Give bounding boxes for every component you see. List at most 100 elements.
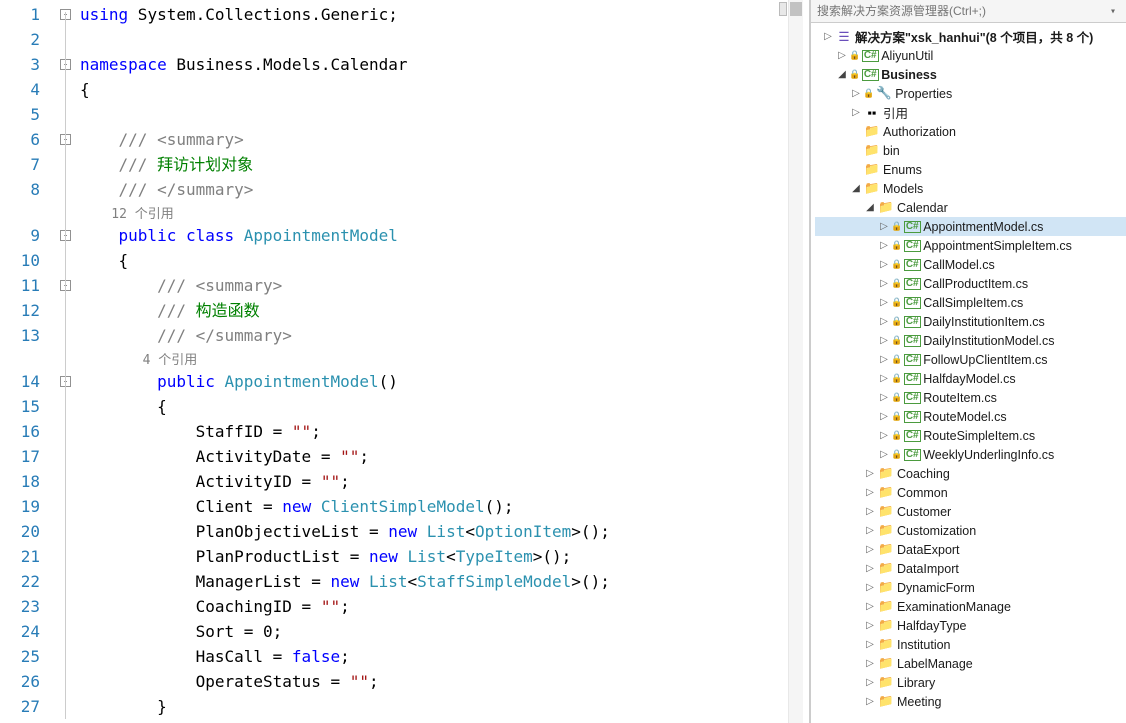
- expand-toggle-icon[interactable]: ▷: [877, 259, 891, 270]
- explorer-tree[interactable]: ▷☰解决方案"xsk_hanhui"(8 个项目，共 8 个)▷🔒C#Aliyu…: [811, 23, 1126, 723]
- tree-item[interactable]: ◢📁Calendar: [815, 198, 1126, 217]
- tree-item[interactable]: ▷🔒C#RouteSimpleItem.cs: [815, 426, 1126, 445]
- expand-toggle-icon[interactable]: ◢: [835, 69, 849, 80]
- tree-item[interactable]: ▷📁Institution: [815, 635, 1126, 654]
- codelens-references[interactable]: 4 个引用: [80, 348, 809, 369]
- expand-toggle-icon[interactable]: ▷: [877, 278, 891, 289]
- code-line[interactable]: /// </summary>: [80, 177, 809, 202]
- editor-scrollbar[interactable]: [788, 0, 803, 723]
- code-line[interactable]: ActivityID = "";: [80, 469, 809, 494]
- tree-item[interactable]: ▷📁bin: [815, 141, 1126, 160]
- code-line[interactable]: /// 拜访计划对象: [80, 152, 809, 177]
- expand-toggle-icon[interactable]: ▷: [863, 677, 877, 688]
- code-line[interactable]: OperateStatus = "";: [80, 669, 809, 694]
- split-handle[interactable]: [779, 2, 787, 16]
- tree-item[interactable]: ▷📁LabelManage: [815, 654, 1126, 673]
- tree-item[interactable]: ▷▪▪引用: [815, 103, 1126, 122]
- tree-item[interactable]: ▷🔒C#RouteItem.cs: [815, 388, 1126, 407]
- tree-item[interactable]: ▷📁Library: [815, 673, 1126, 692]
- expand-toggle-icon[interactable]: ▷: [849, 88, 863, 99]
- tree-item[interactable]: ◢📁Models: [815, 179, 1126, 198]
- expand-toggle-icon[interactable]: ▷: [863, 487, 877, 498]
- expand-toggle-icon[interactable]: ▷: [877, 392, 891, 403]
- tree-item[interactable]: ▷📁Customer: [815, 502, 1126, 521]
- expand-toggle-icon[interactable]: ▷: [877, 316, 891, 327]
- explorer-search-input[interactable]: [817, 4, 1106, 18]
- expand-toggle-icon[interactable]: ▷: [849, 107, 863, 118]
- code-line[interactable]: namespace Business.Models.Calendar: [80, 52, 809, 77]
- expand-toggle-icon[interactable]: ▷: [863, 544, 877, 555]
- tree-item[interactable]: ▷🔒C#WeeklyUnderlingInfo.cs: [815, 445, 1126, 464]
- codelens-references[interactable]: 12 个引用: [80, 202, 809, 223]
- tree-item[interactable]: ▷📁DataImport: [815, 559, 1126, 578]
- tree-item[interactable]: ▷🔒🔧Properties: [815, 84, 1126, 103]
- expand-toggle-icon[interactable]: ▷: [877, 240, 891, 251]
- tree-item[interactable]: ▷🔒C#HalfdayModel.cs: [815, 369, 1126, 388]
- expand-toggle-icon[interactable]: ▷: [863, 639, 877, 650]
- search-dropdown-icon[interactable]: ▾: [1106, 6, 1120, 17]
- code-line[interactable]: StaffID = "";: [80, 419, 809, 444]
- tree-item[interactable]: ▷📁Meeting: [815, 692, 1126, 711]
- code-line[interactable]: ManagerList = new List<StaffSimpleModel>…: [80, 569, 809, 594]
- code-line[interactable]: using System.Collections.Generic;: [80, 2, 809, 27]
- expand-toggle-icon[interactable]: ▷: [877, 373, 891, 384]
- code-line[interactable]: /// <summary>: [80, 127, 809, 152]
- tree-item[interactable]: ▷🔒C#DailyInstitutionModel.cs: [815, 331, 1126, 350]
- expand-toggle-icon[interactable]: ▷: [877, 221, 891, 232]
- tree-item[interactable]: ▷🔒C#FollowUpClientItem.cs: [815, 350, 1126, 369]
- expand-toggle-icon[interactable]: ▷: [863, 563, 877, 574]
- tree-item[interactable]: ▷📁HalfdayType: [815, 616, 1126, 635]
- code-line[interactable]: PlanObjectiveList = new List<OptionItem>…: [80, 519, 809, 544]
- expand-toggle-icon[interactable]: ◢: [849, 183, 863, 194]
- expand-toggle-icon[interactable]: ▷: [863, 658, 877, 669]
- code-line[interactable]: /// 构造函数: [80, 298, 809, 323]
- expand-toggle-icon[interactable]: ▷: [877, 449, 891, 460]
- code-line[interactable]: public AppointmentModel(): [80, 369, 809, 394]
- tree-item[interactable]: ▷📁ExaminationManage: [815, 597, 1126, 616]
- code-editor[interactable]: 1234567891011121314151617181920212223242…: [0, 0, 810, 723]
- expand-toggle-icon[interactable]: ▷: [877, 335, 891, 346]
- tree-item[interactable]: ◢🔒C#Business: [815, 65, 1126, 84]
- expand-toggle-icon[interactable]: ▷: [877, 354, 891, 365]
- code-line[interactable]: PlanProductList = new List<TypeItem>();: [80, 544, 809, 569]
- code-line[interactable]: HasCall = false;: [80, 644, 809, 669]
- expand-toggle-icon[interactable]: ▷: [863, 525, 877, 536]
- code-line[interactable]: /// </summary>: [80, 323, 809, 348]
- code-line[interactable]: [80, 27, 809, 52]
- expand-toggle-icon[interactable]: ▷: [821, 31, 835, 42]
- code-line[interactable]: }: [80, 694, 809, 719]
- tree-item[interactable]: ▷📁Enums: [815, 160, 1126, 179]
- tree-item[interactable]: ▷🔒C#AliyunUtil: [815, 46, 1126, 65]
- tree-item[interactable]: ▷📁DynamicForm: [815, 578, 1126, 597]
- tree-item[interactable]: ▷🔒C#AppointmentSimpleItem.cs: [815, 236, 1126, 255]
- expand-toggle-icon[interactable]: ▷: [835, 50, 849, 61]
- code-content[interactable]: using System.Collections.Generic; namespa…: [80, 0, 809, 723]
- code-line[interactable]: ActivityDate = "";: [80, 444, 809, 469]
- expand-toggle-icon[interactable]: ◢: [863, 202, 877, 213]
- expand-toggle-icon[interactable]: ▷: [877, 297, 891, 308]
- code-line[interactable]: {: [80, 77, 809, 102]
- expand-toggle-icon[interactable]: ▷: [877, 430, 891, 441]
- expand-toggle-icon[interactable]: ▷: [863, 601, 877, 612]
- code-line[interactable]: /// <summary>: [80, 273, 809, 298]
- tree-item[interactable]: ▷🔒C#CallProductItem.cs: [815, 274, 1126, 293]
- code-line[interactable]: Client = new ClientSimpleModel();: [80, 494, 809, 519]
- tree-item[interactable]: ▷🔒C#AppointmentModel.cs: [815, 217, 1126, 236]
- tree-item[interactable]: ▷☰解决方案"xsk_hanhui"(8 个项目，共 8 个): [815, 27, 1126, 46]
- tree-item[interactable]: ▷📁Common: [815, 483, 1126, 502]
- expand-toggle-icon[interactable]: ▷: [863, 468, 877, 479]
- expand-toggle-icon[interactable]: ▷: [863, 620, 877, 631]
- expand-toggle-icon[interactable]: ▷: [877, 411, 891, 422]
- fold-column[interactable]: ------: [58, 0, 80, 723]
- tree-item[interactable]: ▷📁DataExport: [815, 540, 1126, 559]
- code-line[interactable]: [80, 102, 809, 127]
- code-line[interactable]: Sort = 0;: [80, 619, 809, 644]
- tree-item[interactable]: ▷📁Authorization: [815, 122, 1126, 141]
- tree-item[interactable]: ▷🔒C#RouteModel.cs: [815, 407, 1126, 426]
- tree-item[interactable]: ▷🔒C#DailyInstitutionItem.cs: [815, 312, 1126, 331]
- tree-item[interactable]: ▷🔒C#CallModel.cs: [815, 255, 1126, 274]
- tree-item[interactable]: ▷📁Coaching: [815, 464, 1126, 483]
- tree-item[interactable]: ▷📁Customization: [815, 521, 1126, 540]
- code-line[interactable]: {: [80, 248, 809, 273]
- code-line[interactable]: CoachingID = "";: [80, 594, 809, 619]
